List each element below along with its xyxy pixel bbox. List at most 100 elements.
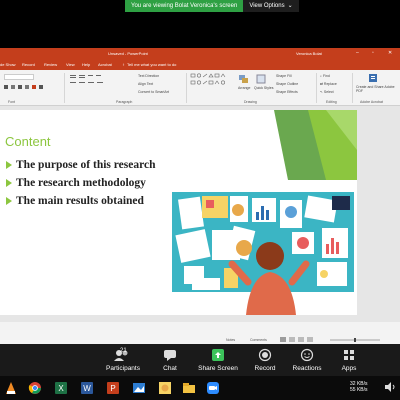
svg-text:X: X: [58, 384, 64, 393]
bullet-text: The main results obtained: [16, 195, 144, 207]
tell-me-search[interactable]: ♀ Tell me what you want to do: [122, 62, 176, 67]
paragraph-icons[interactable]: [70, 74, 130, 89]
ppt-statusbar: Notes Comments: [0, 336, 400, 344]
download-speed: 55 KB/s: [350, 387, 368, 393]
chrome-icon[interactable]: [28, 381, 42, 395]
powerpoint-window: Unsaved - PowerPoint Veronica Bolat – ▫ …: [0, 48, 400, 344]
select-label: Select: [323, 90, 334, 94]
find-button[interactable]: ⌕ Find: [320, 74, 330, 78]
record-icon: [258, 348, 272, 362]
shape-fill-button[interactable]: Shape Fill: [276, 74, 292, 78]
adobe-group-label: Adobe Acrobat: [360, 100, 383, 104]
maximize-icon[interactable]: ▫: [372, 50, 374, 56]
bullet-text: The purpose of this research: [16, 159, 156, 171]
network-speed: 32 KB/s 55 KB/s: [350, 381, 368, 393]
vlc-icon[interactable]: [4, 381, 18, 395]
tell-me-text: Tell me what you want to do: [127, 62, 177, 67]
triangle-bullet-icon: [6, 197, 12, 205]
tab-view[interactable]: View: [66, 62, 75, 67]
shape-outline-button[interactable]: Shape Outline: [276, 82, 298, 86]
excel-icon[interactable]: X: [54, 381, 68, 395]
apps-label: Apps: [341, 365, 357, 372]
notes-button[interactable]: Notes: [226, 338, 235, 342]
lightbulb-icon: ♀: [122, 62, 125, 67]
chat-button[interactable]: Chat: [145, 348, 195, 372]
triangle-bullet-icon: [6, 161, 12, 169]
replace-label: Replace: [323, 82, 337, 86]
slide-canvas[interactable]: Content The purpose of this research The…: [0, 110, 357, 315]
bullet-item: The purpose of this research: [6, 156, 156, 174]
tab-review[interactable]: Review: [44, 62, 57, 67]
arrange-icon[interactable]: [238, 74, 250, 84]
shape-effects-button[interactable]: Shape Effects: [276, 90, 298, 94]
close-icon[interactable]: ✕: [388, 50, 392, 56]
smile-icon: [300, 348, 314, 362]
participants-count: 21: [120, 348, 127, 354]
screen-share-banner: You are viewing Bolat Veronica's screen …: [125, 0, 320, 12]
replace-button[interactable]: ⇄ Replace: [320, 82, 337, 86]
bullet-list: The purpose of this research The researc…: [6, 156, 156, 210]
ribbon: Font Text Direction Align Text Convert t…: [0, 70, 400, 106]
user-name[interactable]: Veronica Bolat: [296, 51, 322, 56]
editing-group-label: Editing: [326, 100, 337, 104]
chat-label: Chat: [163, 365, 177, 372]
quick-styles-icon[interactable]: [256, 74, 266, 84]
zoom-slider[interactable]: [330, 338, 380, 342]
create-share-pdf-button[interactable]: Create and Share Adobe PDF: [356, 85, 400, 93]
comments-button[interactable]: Comments: [250, 338, 267, 342]
font-format-icons[interactable]: [4, 84, 64, 91]
tab-record[interactable]: Record: [22, 62, 35, 67]
share-screen-label: Share Screen: [198, 365, 238, 372]
zoom-toolbar: 21 Participants Chat Share Screen Record…: [0, 344, 400, 376]
tab-acrobat[interactable]: Acrobat: [98, 62, 112, 67]
select-icon: ↖: [320, 90, 323, 94]
research-illustration: [172, 192, 354, 315]
apps-icon: [344, 350, 354, 360]
drawing-group-label: Drawing: [244, 100, 257, 104]
view-options-button[interactable]: View Options ⌄: [243, 0, 299, 12]
select-button[interactable]: ↖ Select: [320, 90, 334, 94]
tab-slide-show[interactable]: de Show: [0, 62, 16, 67]
powerpoint-icon[interactable]: P: [106, 381, 120, 395]
minimize-icon[interactable]: –: [356, 50, 359, 56]
ribbon-separator: [186, 73, 187, 103]
arrange-button[interactable]: Arrange: [238, 86, 250, 90]
ribbon-separator: [316, 73, 317, 103]
find-label: Find: [322, 74, 330, 78]
shapes-gallery[interactable]: [190, 73, 236, 96]
svg-text:P: P: [110, 384, 115, 393]
participants-button[interactable]: 21 Participants: [98, 348, 148, 372]
chevron-down-icon: ⌄: [287, 3, 293, 9]
windows-taskbar: X W P 32 KB/s 55 KB/s: [0, 376, 400, 400]
zoom-app-icon[interactable]: [206, 381, 220, 395]
word-icon[interactable]: W: [80, 381, 94, 395]
window-title: Unsaved - PowerPoint: [108, 51, 148, 56]
sticky-notes-icon[interactable]: [158, 381, 172, 395]
slide-title: Content: [5, 134, 51, 149]
view-mode-icons[interactable]: [280, 337, 320, 343]
align-text-button[interactable]: Align Text: [138, 82, 153, 86]
font-name-box[interactable]: [4, 74, 34, 80]
viewing-notice: You are viewing Bolat Veronica's screen: [125, 0, 244, 12]
replace-icon: ⇄: [320, 82, 323, 86]
speaker-icon[interactable]: [384, 381, 398, 395]
adobe-pdf-icon[interactable]: [368, 73, 378, 83]
chat-icon: [164, 350, 176, 361]
ribbon-tabs: de Show Record Review View Help Acrobat …: [0, 59, 400, 70]
apps-button[interactable]: Apps: [324, 348, 374, 372]
tab-help[interactable]: Help: [82, 62, 90, 67]
convert-smartart-button[interactable]: Convert to SmartArt: [138, 90, 169, 94]
bullet-text: The research methodology: [16, 177, 146, 189]
slide-thumbnails-pane: [357, 106, 400, 322]
file-explorer-icon[interactable]: [182, 381, 196, 395]
search-icon: ⌕: [320, 74, 322, 78]
screen: You are viewing Bolat Veronica's screen …: [0, 0, 400, 400]
font-group-label: Font: [8, 100, 16, 104]
view-options-label: View Options: [249, 3, 285, 9]
share-screen-icon: [212, 349, 224, 361]
quick-styles-button[interactable]: Quick Styles: [254, 86, 273, 90]
text-direction-button[interactable]: Text Direction: [138, 74, 159, 78]
share-screen-button[interactable]: Share Screen: [193, 348, 243, 372]
photos-icon[interactable]: [132, 381, 146, 395]
participants-label: Participants: [106, 365, 140, 372]
